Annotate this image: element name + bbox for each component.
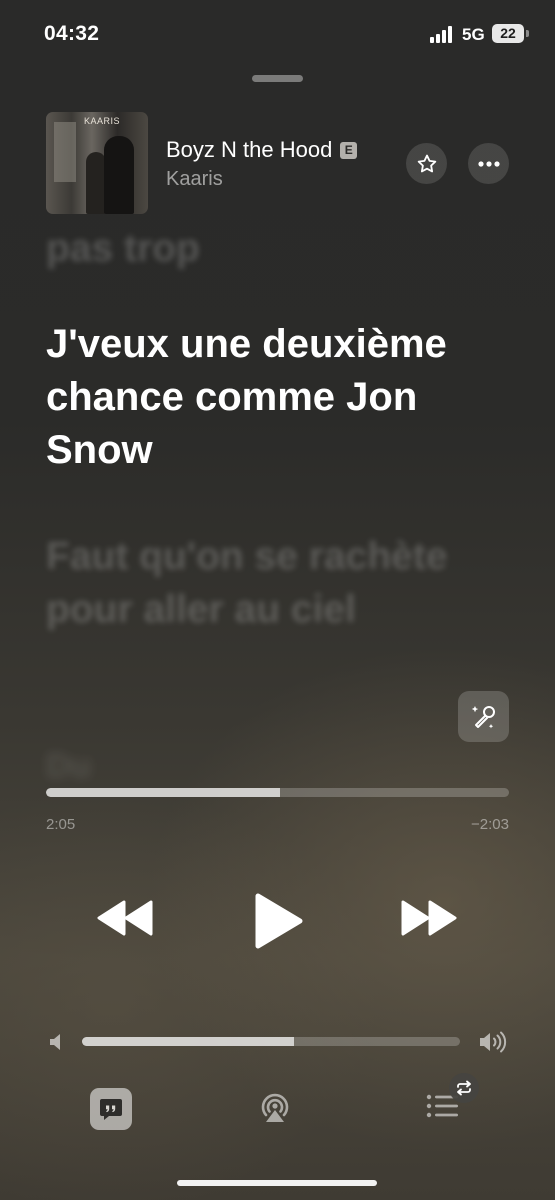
airplay-button[interactable]: [257, 1090, 293, 1131]
album-artwork[interactable]: KAARIS: [46, 112, 148, 214]
status-time: 04:32: [44, 22, 100, 45]
repeat-icon: [457, 1080, 471, 1096]
repeat-status-badge[interactable]: [449, 1073, 479, 1103]
quote-bubble-icon: [100, 1099, 122, 1120]
playback-progress-fill: [46, 788, 280, 797]
star-icon: [417, 154, 436, 172]
more-options-button[interactable]: [468, 143, 509, 184]
airplay-audio-icon: [261, 1093, 289, 1122]
battery-icon: 22: [492, 24, 524, 43]
lyric-line-previous[interactable]: pas trop: [46, 222, 516, 275]
play-icon: [255, 893, 303, 949]
favorite-button[interactable]: [406, 143, 447, 184]
network-type: 5G: [462, 25, 485, 44]
ellipsis-icon: [477, 160, 500, 167]
volume-low-icon-wrap: [48, 1032, 64, 1057]
volume-level-fill: [82, 1037, 294, 1046]
sing-button[interactable]: [458, 691, 509, 742]
microphone-sparkles-icon: [471, 705, 495, 728]
fast-forward-button[interactable]: [400, 898, 458, 943]
volume-slider[interactable]: [82, 1037, 460, 1046]
playback-scrubber[interactable]: [46, 788, 509, 797]
song-title: Boyz N the Hood: [166, 137, 333, 162]
song-title-row: Boyz N the Hood E: [166, 137, 358, 163]
speaker-wave-icon: [480, 1031, 507, 1053]
forward-icon: [401, 900, 457, 936]
artwork-brand: KAARIS: [84, 116, 121, 126]
battery-tip: [526, 30, 529, 37]
explicit-badge: E: [340, 141, 358, 159]
speaker-icon: [50, 1034, 60, 1050]
remaining-time: −2:03: [471, 816, 509, 833]
play-button[interactable]: [252, 892, 304, 955]
lyric-line-after-next[interactable]: Du: [46, 740, 516, 793]
artist-name[interactable]: Kaaris: [166, 168, 223, 191]
elapsed-time: 2:05: [46, 816, 76, 833]
backward-icon: [97, 900, 153, 936]
lyrics-button[interactable]: [90, 1088, 132, 1130]
sheet-grabber[interactable]: [252, 75, 303, 82]
lyric-line-current[interactable]: J'veux une deuxième chance comme Jon Sno…: [46, 318, 516, 477]
rewind-button[interactable]: [96, 898, 154, 943]
volume-high-icon-wrap: [478, 1030, 508, 1059]
lyric-line-next[interactable]: Faut qu'on se rachète pour aller au ciel: [46, 530, 516, 636]
home-indicator[interactable]: [177, 1180, 377, 1186]
signal-icon: [430, 26, 456, 43]
